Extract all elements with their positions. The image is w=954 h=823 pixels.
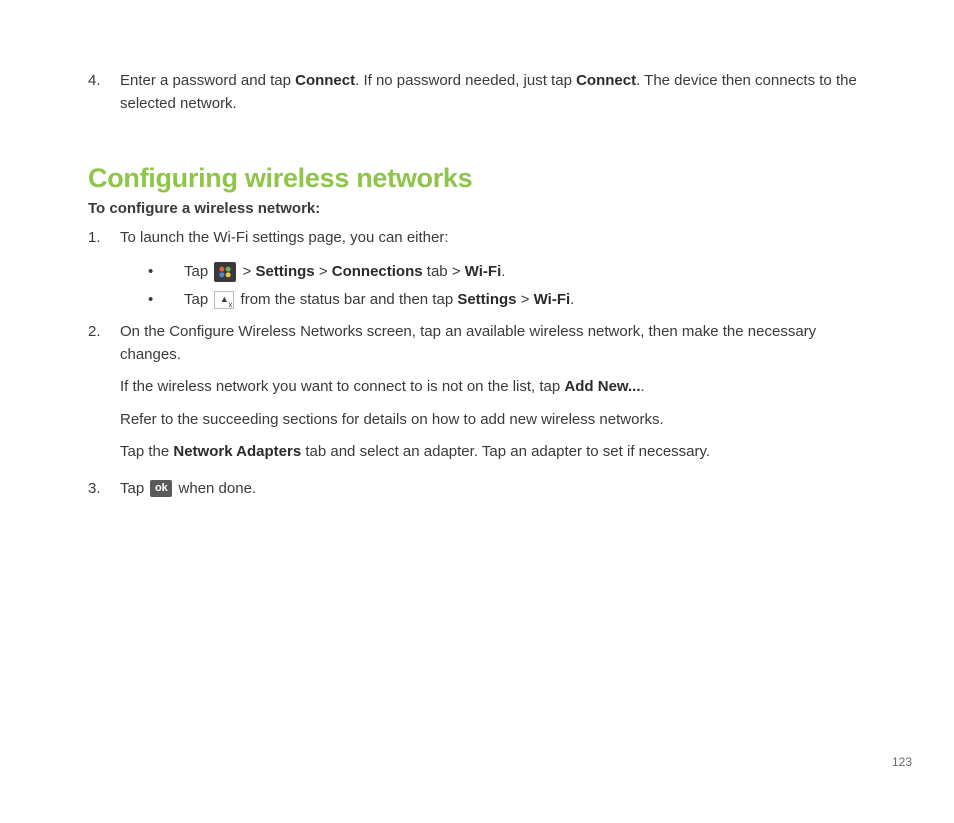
text: . (501, 263, 505, 280)
text: Tap (184, 291, 212, 308)
step-1-text: To launch the Wi-Fi settings page, you c… (120, 227, 866, 250)
text: tab > (423, 263, 465, 280)
step-2-marker: 2. (88, 321, 120, 474)
step-3: 3. Tap ok when done. (88, 478, 866, 511)
step-4-text: Enter a password and tap Connect. If no … (120, 70, 866, 115)
text: . (570, 291, 574, 308)
bold-connect: Connect (295, 72, 355, 89)
bold-add-new: Add New... (564, 378, 640, 395)
step-1-marker: 1. (88, 227, 120, 317)
bullet-marker: • (148, 260, 184, 285)
step-4: 4. Enter a password and tap Connect. If … (88, 70, 866, 125)
text: > (315, 263, 332, 280)
start-menu-icon (214, 262, 236, 282)
step-2-p4: Tap the Network Adapters tab and select … (120, 441, 866, 464)
step-2-p1: On the Configure Wireless Networks scree… (120, 321, 866, 366)
step-4-marker: 4. (88, 70, 120, 125)
bold-wifi: Wi-Fi (534, 291, 571, 308)
bullet-marker: • (148, 288, 184, 313)
step-3-marker: 3. (88, 478, 120, 511)
text: > (517, 291, 534, 308)
bullet-2: • Tap from the status bar and then tap S… (148, 288, 866, 313)
text: If the wireless network you want to conn… (120, 378, 564, 395)
ok-button-icon: ok (150, 480, 172, 497)
text: Tap (184, 263, 212, 280)
bullet-1-text: Tap > Settings > Connections tab > Wi-Fi… (184, 260, 866, 285)
text: Enter a password and tap (120, 72, 295, 89)
step-2-p3: Refer to the succeeding sections for det… (120, 409, 866, 432)
text: from the status bar and then tap (236, 291, 457, 308)
text: when done. (174, 480, 256, 497)
bullet-2-text: Tap from the status bar and then tap Set… (184, 288, 866, 313)
step-2: 2. On the Configure Wireless Networks sc… (88, 321, 866, 474)
text: tab and select an adapter. Tap an adapte… (301, 443, 710, 460)
sub-heading: To configure a wireless network: (88, 200, 866, 217)
step-2-p2: If the wireless network you want to conn… (120, 376, 866, 399)
text: . If no password needed, just tap (355, 72, 576, 89)
text: Tap the (120, 443, 173, 460)
bold-connect: Connect (576, 72, 636, 89)
text: > (238, 263, 255, 280)
section-heading: Configuring wireless networks (88, 163, 866, 194)
text: . (641, 378, 645, 395)
bold-connections: Connections (332, 263, 423, 280)
text: Tap (120, 480, 148, 497)
bold-settings: Settings (255, 263, 314, 280)
step-1: 1. To launch the Wi-Fi settings page, yo… (88, 227, 866, 317)
page-number: 123 (892, 755, 912, 769)
signal-status-icon (214, 291, 234, 309)
step-3-text: Tap ok when done. (120, 478, 866, 501)
document-page: 4. Enter a password and tap Connect. If … (0, 0, 954, 510)
bullet-1: • Tap > Settings > Connections tab > Wi-… (148, 260, 866, 285)
bold-wifi: Wi-Fi (465, 263, 502, 280)
bold-network-adapters: Network Adapters (173, 443, 301, 460)
bold-settings: Settings (457, 291, 516, 308)
